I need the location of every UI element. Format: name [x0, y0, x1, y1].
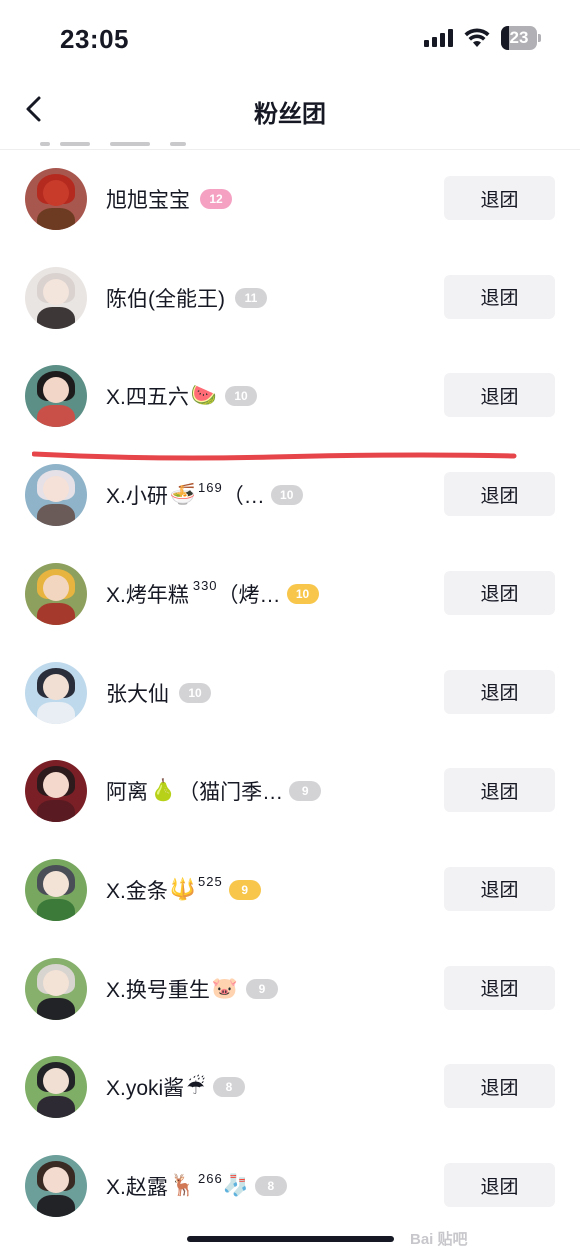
quit-club-button[interactable]: 退团 — [444, 768, 555, 813]
avatar[interactable] — [25, 858, 87, 921]
list-item: 陈伯(全能王) 11 退团 — [0, 249, 580, 347]
list-item: X.换号重生 🐷 9 退团 — [0, 940, 580, 1038]
member-name: X.四五六 — [106, 386, 189, 410]
member-name: X.yoki酱 — [106, 1077, 185, 1101]
member-name: X.换号重生 — [106, 978, 210, 1002]
nav-bar: 粉丝团 — [0, 78, 580, 150]
fan-level-badge: 10 — [286, 583, 319, 604]
name-suffix: （烤… — [217, 583, 281, 607]
fan-level-badge: 8 — [254, 1176, 287, 1196]
avatar[interactable] — [25, 562, 87, 625]
avatar[interactable] — [25, 760, 87, 823]
member-name: 旭旭宝宝 — [106, 189, 190, 212]
member-name-area: X.四五六 🍉 10 — [106, 381, 257, 411]
member-name: 张大仙 — [106, 682, 169, 706]
quit-club-button[interactable]: 退团 — [444, 1064, 555, 1109]
avatar[interactable] — [25, 661, 87, 724]
member-name-area: 旭旭宝宝 12 — [106, 184, 232, 214]
quit-club-button[interactable]: 退团 — [444, 472, 555, 517]
list-item: X.四五六 🍉 10 退团 — [0, 347, 580, 445]
member-name: X.小研 — [106, 485, 168, 509]
fan-level-badge: 8 — [213, 1077, 246, 1098]
member-name: 阿离 — [106, 781, 148, 805]
quit-club-button[interactable]: 退团 — [444, 1163, 555, 1207]
member-name: 陈伯(全能王) — [106, 287, 225, 311]
member-name: X.烤年糕 — [106, 583, 189, 607]
battery-percent: 23 — [509, 28, 529, 47]
member-name: X.金条 — [106, 879, 168, 903]
avatar[interactable] — [25, 365, 87, 428]
fan-level-badge: 9 — [246, 978, 278, 999]
member-name-area: X.金条 🔱 525 9 — [106, 874, 261, 905]
avatar[interactable] — [25, 266, 87, 329]
watermark: Bai 贴吧 — [410, 1231, 468, 1248]
member-name-area: 陈伯(全能王) 11 — [106, 283, 267, 313]
battery-icon: 23 — [501, 26, 541, 50]
avatar[interactable] — [25, 1056, 87, 1119]
quit-club-button[interactable]: 退团 — [444, 866, 555, 911]
fan-level-badge: 9 — [289, 781, 322, 802]
avatar[interactable] — [25, 1155, 87, 1217]
name-superscript: 266 — [198, 1170, 223, 1186]
name-emoji: 🦌 — [169, 1174, 196, 1197]
member-name-area: X.烤年糕 330 （烤… 10 — [106, 578, 319, 609]
name-emoji: 🔱 — [169, 877, 196, 901]
list-item: X.yoki酱 ☔ 8 退团 — [0, 1038, 580, 1136]
list-item: 阿离 🍐 （猫门季… 9 退团 — [0, 742, 580, 840]
member-name-area: X.小研 🍜 169 （… 10 — [106, 480, 303, 510]
list-item: 旭旭宝宝 12 退团 — [0, 150, 580, 248]
quit-club-button[interactable]: 退团 — [444, 274, 555, 319]
member-name-area: X.换号重生 🐷 9 — [106, 974, 278, 1004]
quit-club-button[interactable]: 退团 — [444, 570, 555, 615]
list-item: X.烤年糕 330 （烤… 10 退团 — [0, 545, 580, 643]
member-name-area: 阿离 🍐 （猫门季… 9 — [106, 776, 322, 806]
member-name-area: 张大仙 10 — [106, 678, 211, 708]
member-name: X.赵露 — [106, 1176, 168, 1199]
name-suffix: （… — [222, 485, 265, 509]
scrolled-row-remnant — [40, 142, 190, 148]
name-emoji: 🍜 — [169, 483, 196, 507]
name-superscript: 525 — [198, 874, 223, 890]
fan-level-badge: 11 — [235, 287, 267, 308]
wifi-icon — [464, 28, 490, 47]
fan-level-badge: 10 — [270, 485, 303, 506]
fan-level-badge: 9 — [228, 879, 261, 900]
name-emoji: ☔ — [186, 1075, 206, 1099]
quit-club-button[interactable]: 退团 — [444, 669, 555, 714]
list-item: X.金条 🔱 525 9 退团 — [0, 841, 580, 939]
name-emoji: 🍉 — [190, 384, 217, 408]
red-underline-annotation — [32, 451, 517, 461]
fan-level-badge: 12 — [200, 189, 232, 209]
name-suffix: （猫门季… — [178, 781, 284, 805]
cellular-signal-icon — [424, 29, 454, 47]
avatar[interactable] — [25, 168, 87, 230]
avatar[interactable] — [25, 464, 87, 527]
quit-club-button[interactable]: 退团 — [444, 373, 555, 418]
name-emoji: 🍐 — [150, 779, 177, 803]
name-superscript: 169 — [198, 479, 223, 495]
fan-level-badge: 10 — [225, 386, 257, 407]
fan-level-badge: 10 — [179, 682, 211, 703]
page-title: 粉丝团 — [254, 101, 326, 128]
quit-club-button[interactable]: 退团 — [444, 965, 555, 1010]
status-time: 23:05 — [60, 24, 129, 54]
member-name-area: X.yoki酱 ☔ 8 — [106, 1072, 246, 1102]
status-bar: 23:05 23 — [0, 0, 580, 78]
home-indicator — [187, 1236, 394, 1242]
quit-club-button[interactable]: 退团 — [444, 176, 555, 220]
avatar[interactable] — [25, 957, 87, 1020]
name-emoji: 🐷 — [211, 976, 238, 1000]
list-item: X.赵露 🦌 266 🧦 8 退团 — [0, 1137, 580, 1235]
member-name-area: X.赵露 🦌 266 🧦 8 — [106, 1171, 287, 1201]
name-suffix: 🧦 — [222, 1174, 249, 1197]
name-superscript: 330 — [192, 578, 218, 594]
list-item: 张大仙 10 退团 — [0, 644, 580, 742]
